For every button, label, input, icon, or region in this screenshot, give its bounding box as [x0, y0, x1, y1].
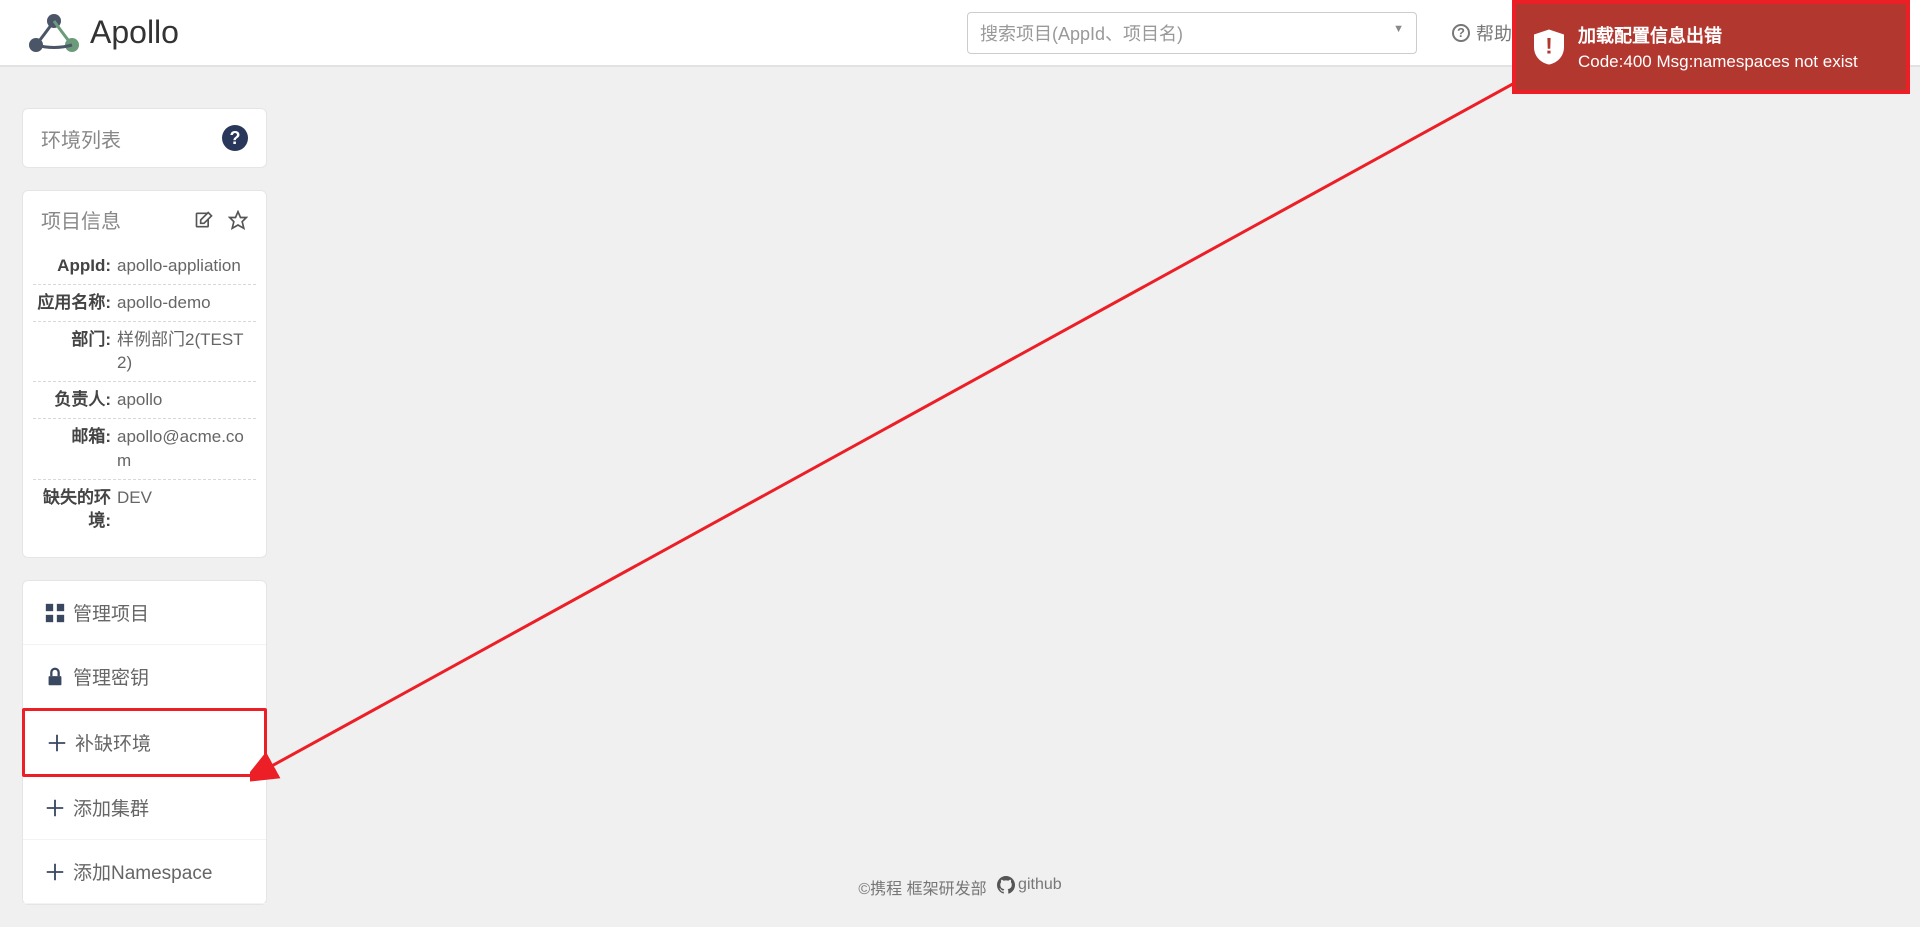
footer: ©携程 框架研发部 github: [0, 875, 1920, 899]
question-icon: ?: [1452, 24, 1470, 42]
lock-icon: [37, 666, 73, 688]
logo-text: Apollo: [90, 14, 179, 51]
toast-body: Code:400 Msg:namespaces not exist: [1578, 52, 1858, 72]
plus-icon: [39, 732, 75, 754]
info-row-appname: 应用名称: apollo-demo: [33, 285, 256, 322]
info-row-missenv: 缺失的环境: DEV: [33, 480, 256, 540]
toast-title: 加载配置信息出错: [1578, 22, 1858, 48]
action-add-cluster[interactable]: 添加集群: [23, 776, 266, 840]
apollo-logo-icon: [24, 9, 84, 57]
project-info-table: AppId: apollo-appliation 应用名称: apollo-de…: [23, 244, 266, 557]
env-list-panel: 环境列表 ?: [22, 108, 267, 168]
shield-warning-icon: !: [1534, 29, 1564, 65]
action-label: 管理项目: [73, 599, 149, 626]
action-label: 补缺环境: [75, 729, 151, 756]
plus-icon: [37, 797, 73, 819]
project-info-header: 项目信息: [23, 191, 266, 244]
grid-icon: [37, 602, 73, 624]
project-info-panel: 项目信息 AppId: apollo-appliation 应用名称: apol…: [22, 190, 267, 558]
help-link[interactable]: ? 帮助: [1452, 20, 1512, 46]
action-manage-key[interactable]: 管理密钥: [23, 645, 266, 709]
info-row-email: 邮箱: apollo@acme.com: [33, 419, 256, 480]
github-link[interactable]: github: [991, 876, 1062, 894]
project-info-title: 项目信息: [41, 205, 121, 234]
github-icon: [997, 876, 1015, 894]
sidebar: 环境列表 ? 项目信息 AppId: apollo-appliation 应用名…: [22, 108, 267, 927]
info-row-dept: 部门: 样例部门2(TEST2): [33, 322, 256, 383]
action-label: 管理密钥: [73, 663, 149, 690]
chevron-down-icon: ▼: [1393, 23, 1404, 35]
action-label: 添加集群: [73, 794, 149, 821]
copyright-text: ©携程 框架研发部: [858, 881, 986, 898]
help-label: 帮助: [1476, 20, 1512, 46]
help-hint-icon[interactable]: ?: [222, 125, 248, 151]
info-row-owner: 负责人: apollo: [33, 382, 256, 419]
action-fill-env[interactable]: 补缺环境: [22, 708, 267, 777]
star-icon[interactable]: [228, 210, 248, 230]
action-panel: 管理项目 管理密钥 补缺环境 添加集群 添加Namespace: [22, 580, 267, 905]
annotation-arrow: [250, 50, 1570, 790]
env-list-title: 环境列表: [41, 124, 121, 153]
edit-icon[interactable]: [194, 210, 214, 230]
search-placeholder: 搜索项目(AppId、项目名): [980, 20, 1183, 46]
error-toast: ! 加载配置信息出错 Code:400 Msg:namespaces not e…: [1512, 0, 1910, 94]
info-row-appid: AppId: apollo-appliation: [33, 248, 256, 285]
project-search-dropdown[interactable]: 搜索项目(AppId、项目名) ▼: [967, 12, 1417, 54]
svg-text:!: !: [1545, 33, 1553, 58]
logo[interactable]: Apollo: [24, 9, 179, 57]
action-manage-project[interactable]: 管理项目: [23, 581, 266, 645]
